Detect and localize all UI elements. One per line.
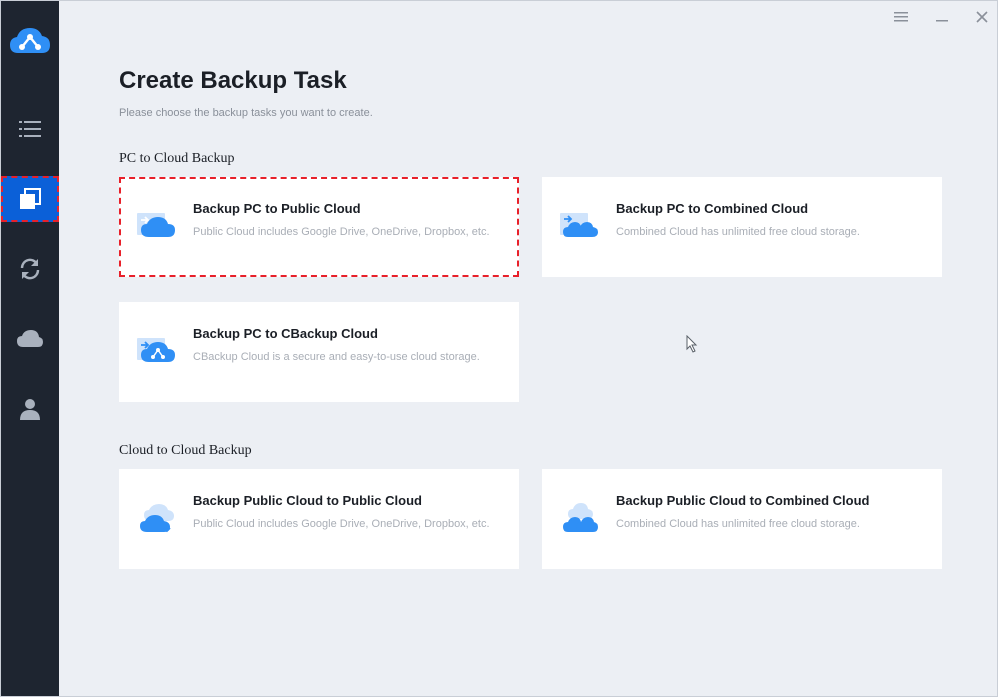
card-title: Backup PC to Combined Cloud xyxy=(616,201,809,216)
card-title: Backup PC to Public Cloud xyxy=(193,201,361,216)
task-list-icon[interactable] xyxy=(1,107,59,151)
menu-icon[interactable] xyxy=(889,7,913,27)
pc-to-cbackup-cloud-icon xyxy=(137,334,177,368)
cloud-to-combined-cloud-icon xyxy=(560,501,600,535)
app-window: Create Backup Task Please choose the bac… xyxy=(0,0,998,697)
main-content: Create Backup Task Please choose the bac… xyxy=(59,1,997,696)
card-pc-to-public-cloud[interactable]: Backup PC to Public Cloud Public Cloud i… xyxy=(119,177,519,277)
card-description: CBackup Cloud is a secure and easy-to-us… xyxy=(193,351,480,363)
card-title: Backup PC to CBackup Cloud xyxy=(193,326,378,341)
card-pc-to-combined-cloud[interactable]: Backup PC to Combined Cloud Combined Clo… xyxy=(542,177,942,277)
sidebar xyxy=(1,1,59,696)
page-title: Create Backup Task xyxy=(119,67,347,94)
backup-icon[interactable] xyxy=(1,176,59,222)
card-description: Public Cloud includes Google Drive, OneD… xyxy=(193,226,490,238)
close-icon[interactable] xyxy=(970,7,994,27)
card-title: Backup Public Cloud to Combined Cloud xyxy=(616,493,870,508)
card-description: Combined Cloud has unlimited free cloud … xyxy=(616,226,860,238)
card-description: Combined Cloud has unlimited free cloud … xyxy=(616,518,860,530)
cloud-to-cloud-icon xyxy=(137,501,177,535)
card-title: Backup Public Cloud to Public Cloud xyxy=(193,493,422,508)
section-title-cloud-to-cloud: Cloud to Cloud Backup xyxy=(119,443,252,458)
pc-to-public-cloud-icon xyxy=(137,209,177,243)
sync-icon[interactable] xyxy=(1,247,59,291)
card-public-to-combined-cloud[interactable]: Backup Public Cloud to Combined Cloud Co… xyxy=(542,469,942,569)
user-icon[interactable] xyxy=(1,387,59,431)
section-title-pc-to-cloud: PC to Cloud Backup xyxy=(119,151,235,166)
page-subtitle: Please choose the backup tasks you want … xyxy=(119,107,373,119)
mouse-cursor-icon xyxy=(686,334,698,358)
cbackup-logo-icon xyxy=(1,19,59,63)
card-pc-to-cbackup-cloud[interactable]: Backup PC to CBackup Cloud CBackup Cloud… xyxy=(119,302,519,402)
minimize-icon[interactable] xyxy=(930,7,954,27)
pc-to-combined-cloud-icon xyxy=(560,209,600,243)
card-description: Public Cloud includes Google Drive, OneD… xyxy=(193,518,490,530)
card-public-to-public-cloud[interactable]: Backup Public Cloud to Public Cloud Publ… xyxy=(119,469,519,569)
cloud-icon[interactable] xyxy=(1,317,59,361)
